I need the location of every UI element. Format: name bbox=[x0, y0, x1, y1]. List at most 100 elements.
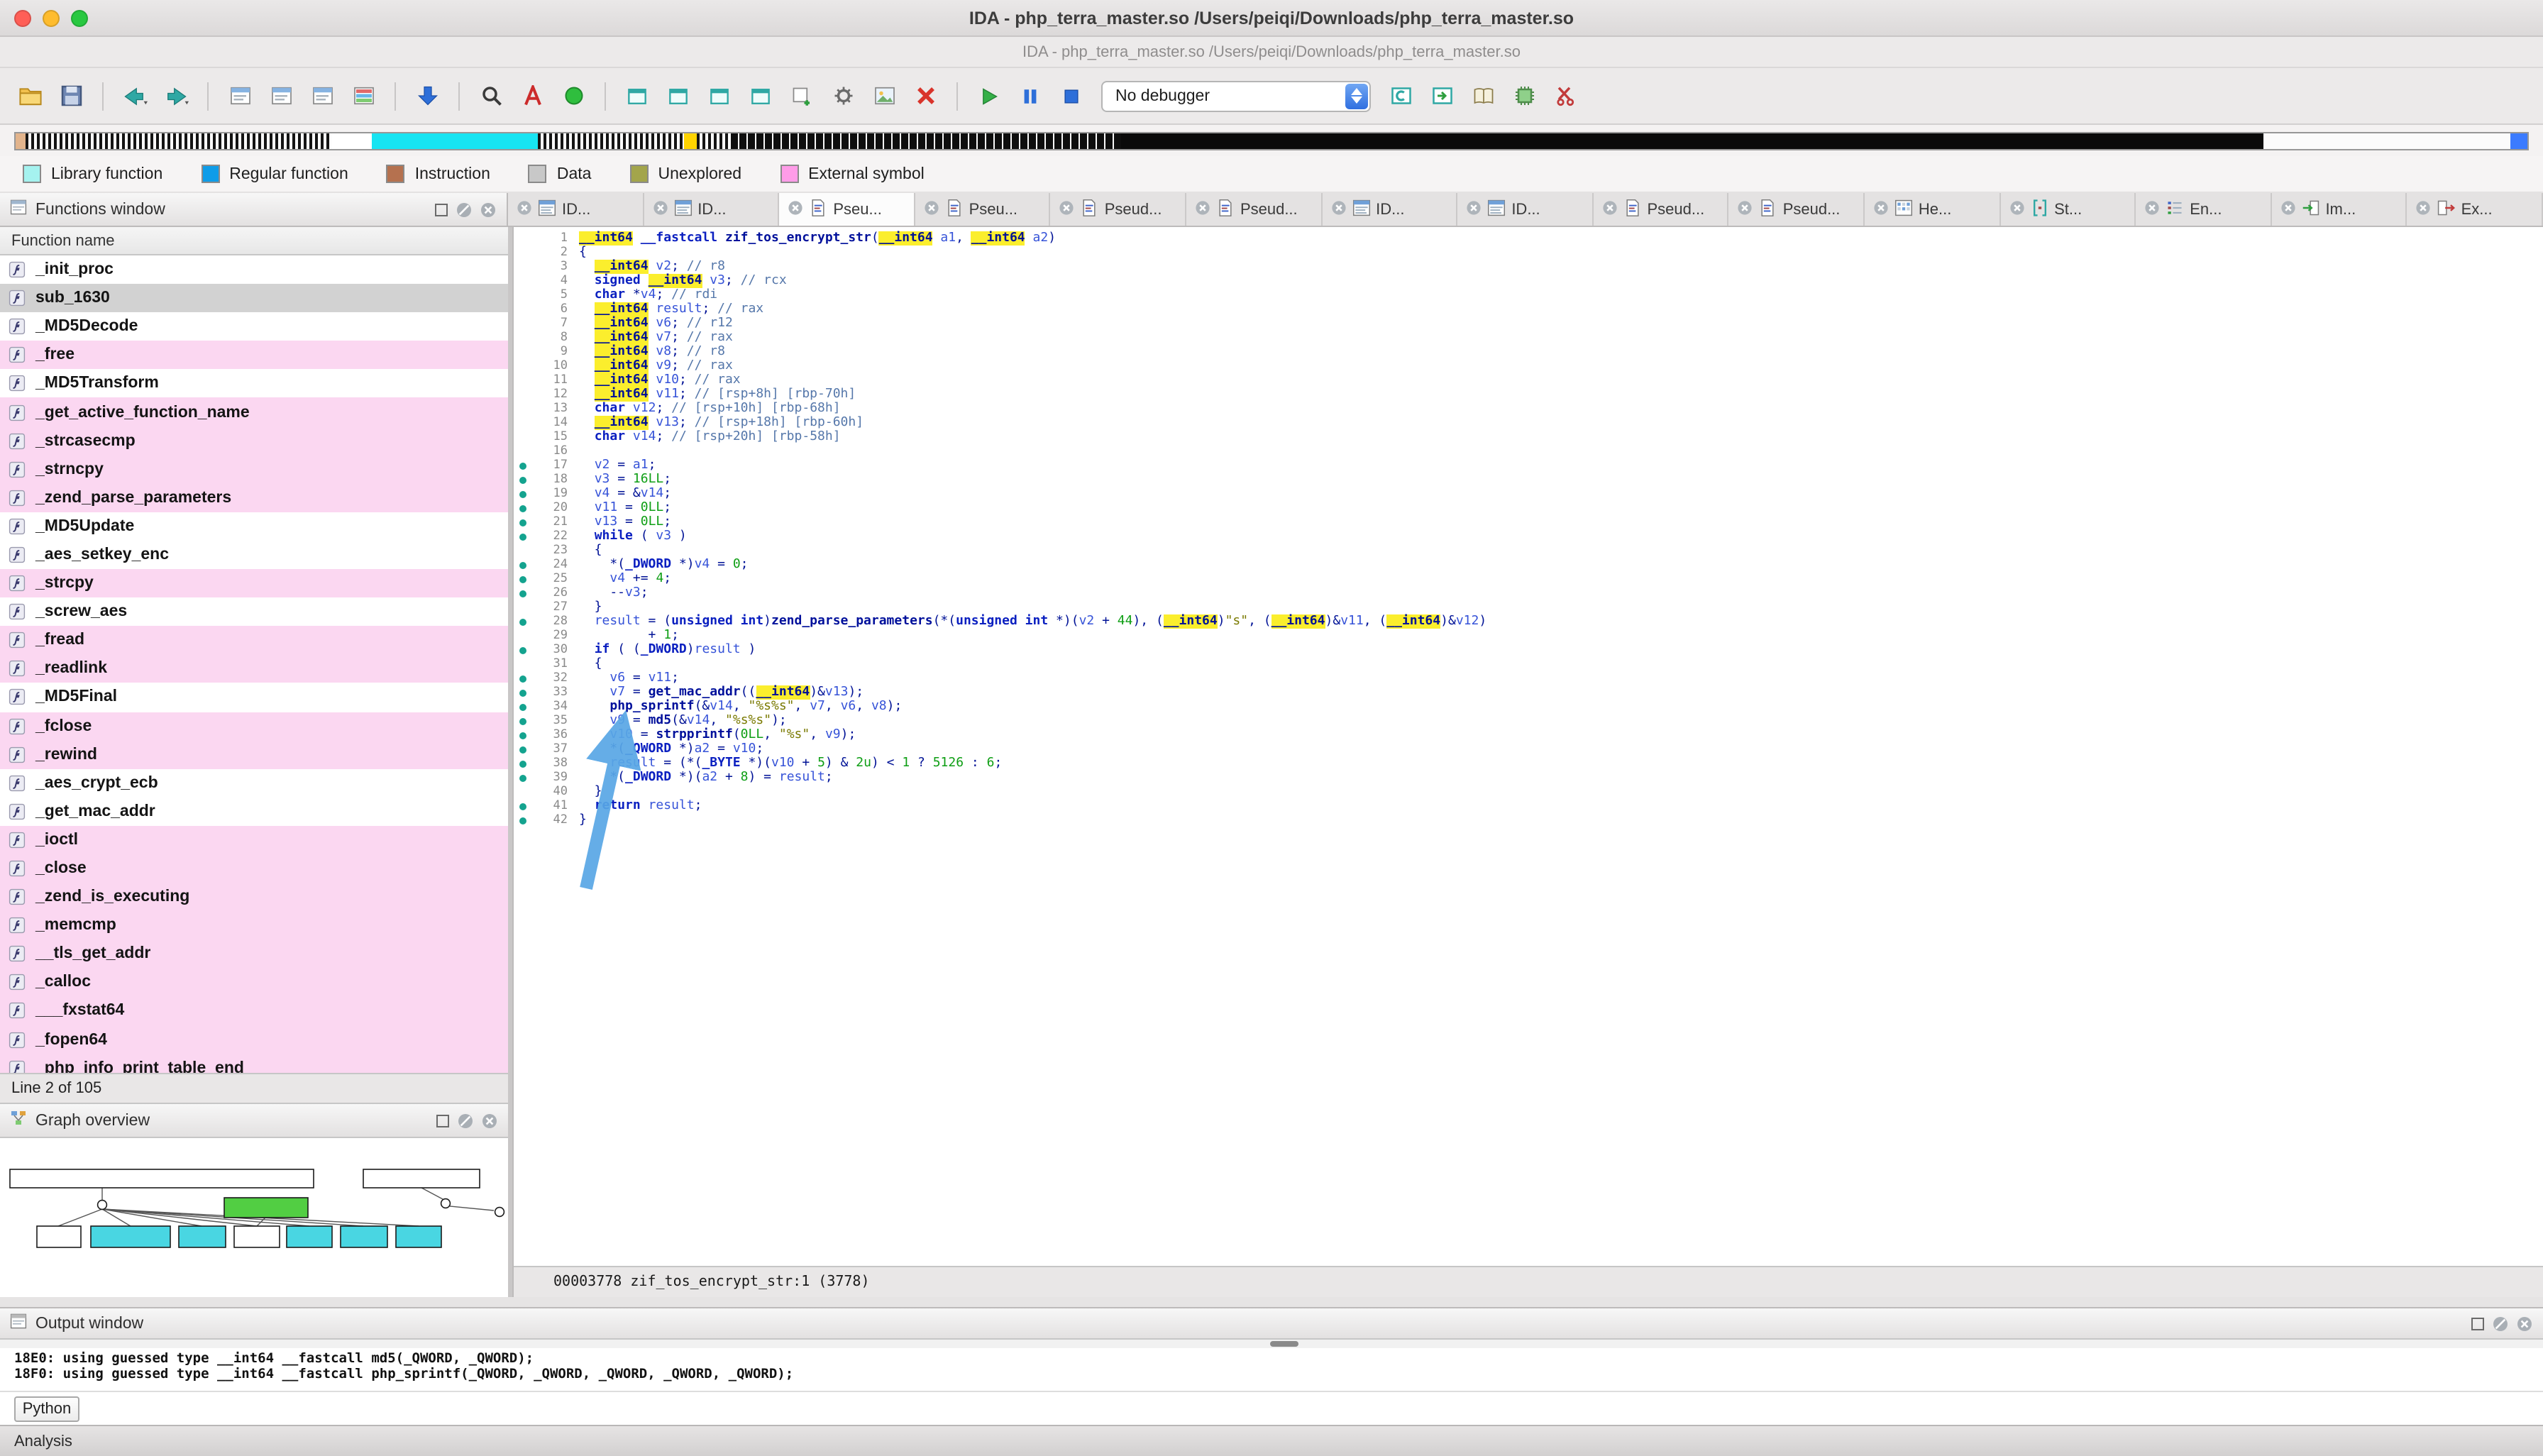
function-row[interactable]: _get_mac_addr bbox=[0, 798, 508, 826]
function-row[interactable]: _fopen64 bbox=[0, 1025, 508, 1054]
code-line[interactable]: 22 while ( v3 ) bbox=[514, 529, 2543, 544]
function-row[interactable]: _MD5Decode bbox=[0, 312, 508, 341]
python-input[interactable] bbox=[91, 1396, 2529, 1421]
code-line[interactable]: 2{ bbox=[514, 246, 2543, 260]
code-line[interactable]: 11 __int64 v10; // rax bbox=[514, 373, 2543, 387]
close-window-icon[interactable] bbox=[910, 80, 941, 111]
code-line[interactable]: 37 *(_QWORD *)a2 = v10; bbox=[514, 742, 2543, 756]
functions-list[interactable]: _init_procsub_1630_MD5Decode_free_MD5Tra… bbox=[0, 255, 508, 1073]
function-row[interactable]: _MD5Final bbox=[0, 683, 508, 712]
code-line[interactable]: 33 v7 = get_mac_addr((__int64)&v13); bbox=[514, 685, 2543, 700]
tab-pseud[interactable]: Pseud... bbox=[1051, 193, 1186, 226]
collapse-icon[interactable] bbox=[2492, 1315, 2509, 1332]
code-line[interactable]: 26 --v3; bbox=[514, 586, 2543, 600]
function-row[interactable]: _strcpy bbox=[0, 569, 508, 597]
tab-close-icon[interactable] bbox=[1466, 199, 1482, 219]
tab-close-icon[interactable] bbox=[2416, 199, 2432, 219]
start-process-icon[interactable] bbox=[973, 80, 1005, 111]
tab-id[interactable]: ID... bbox=[644, 193, 779, 226]
code-line[interactable]: 18 v3 = 16LL; bbox=[514, 473, 2543, 487]
tab-close-icon[interactable] bbox=[517, 199, 532, 219]
zoom-window-icon[interactable] bbox=[71, 10, 88, 27]
function-row[interactable]: _memcmp bbox=[0, 911, 508, 939]
output-hscrollbar[interactable] bbox=[0, 1340, 2543, 1348]
function-row[interactable]: _fclose bbox=[0, 712, 508, 740]
code-line[interactable]: 28 result = (unsigned int)zend_parse_par… bbox=[514, 614, 2543, 629]
pause-process-icon[interactable] bbox=[1015, 80, 1046, 111]
forward-icon[interactable] bbox=[160, 80, 192, 111]
function-row[interactable]: _strcasecmp bbox=[0, 426, 508, 455]
debugger-select[interactable]: No debugger bbox=[1101, 80, 1371, 111]
text-search-icon[interactable] bbox=[517, 80, 548, 111]
code-line[interactable]: 19 v4 = &v14; bbox=[514, 487, 2543, 501]
code-line[interactable]: 1__int64 __fastcall zif_tos_encrypt_str(… bbox=[514, 231, 2543, 246]
code-line[interactable]: 9 __int64 v8; // r8 bbox=[514, 345, 2543, 359]
tab-close-icon[interactable] bbox=[1195, 199, 1210, 219]
tab-pseud[interactable]: Pseud... bbox=[1729, 193, 1865, 226]
tab-en[interactable]: En... bbox=[2136, 193, 2271, 226]
code-line[interactable]: 12 __int64 v11; // [rsp+8h] [rbp-70h] bbox=[514, 387, 2543, 402]
close-panel-icon[interactable] bbox=[2516, 1315, 2533, 1332]
float-icon[interactable] bbox=[2471, 1316, 2485, 1330]
chip-icon[interactable] bbox=[1508, 80, 1540, 111]
jump-window-icon[interactable] bbox=[224, 80, 255, 111]
tab-close-icon[interactable] bbox=[1873, 199, 1889, 219]
pseudocode-view[interactable]: 1__int64 __fastcall zif_tos_encrypt_str(… bbox=[514, 227, 2543, 1266]
code-line[interactable]: 34 php_sprintf(&v14, "%s%s", v7, v6, v8)… bbox=[514, 700, 2543, 714]
tab-pseu[interactable]: Pseu... bbox=[779, 193, 915, 226]
function-row[interactable]: _aes_setkey_enc bbox=[0, 541, 508, 569]
window-list-icon[interactable] bbox=[704, 80, 735, 111]
jump-segment-icon[interactable] bbox=[307, 80, 338, 111]
close-window-icon[interactable] bbox=[14, 10, 31, 27]
search-icon[interactable] bbox=[475, 80, 507, 111]
function-row[interactable]: _init_proc bbox=[0, 255, 508, 284]
code-line[interactable]: 16 bbox=[514, 444, 2543, 458]
tab-he[interactable]: He... bbox=[1865, 193, 2000, 226]
tab-close-icon[interactable] bbox=[2009, 199, 2024, 219]
run-until-icon[interactable] bbox=[1426, 80, 1457, 111]
tab-close-icon[interactable] bbox=[788, 199, 803, 219]
code-line[interactable]: 24 *(_DWORD *)v4 = 0; bbox=[514, 558, 2543, 572]
code-line[interactable]: 32 v6 = v11; bbox=[514, 671, 2543, 685]
snapshot-icon[interactable] bbox=[868, 80, 900, 111]
function-row[interactable]: sub_1630 bbox=[0, 284, 508, 312]
function-row[interactable]: _free bbox=[0, 341, 508, 370]
code-line[interactable]: 41 return result; bbox=[514, 799, 2543, 813]
console-window-icon[interactable] bbox=[1385, 80, 1416, 111]
detach-scissors-icon[interactable] bbox=[1550, 80, 1581, 111]
tab-ex[interactable]: Ex... bbox=[2407, 193, 2543, 226]
code-line[interactable]: 20 v11 = 0LL; bbox=[514, 501, 2543, 515]
tab-id[interactable]: ID... bbox=[508, 193, 644, 226]
code-line[interactable]: 39 *(_DWORD *)(a2 + 8) = result; bbox=[514, 771, 2543, 785]
code-line[interactable]: 30 if ( (_DWORD)result ) bbox=[514, 643, 2543, 657]
code-line[interactable]: 35 v9 = md5(&v14, "%s%s"); bbox=[514, 714, 2543, 728]
tab-close-icon[interactable] bbox=[652, 199, 668, 219]
collapse-icon[interactable] bbox=[457, 1112, 474, 1129]
tab-close-icon[interactable] bbox=[1738, 199, 1753, 219]
jump-name-icon[interactable] bbox=[265, 80, 297, 111]
run-analysis-icon[interactable] bbox=[558, 80, 589, 111]
code-line[interactable]: 25 v4 += 4; bbox=[514, 572, 2543, 586]
tab-id[interactable]: ID... bbox=[1457, 193, 1593, 226]
function-row[interactable]: _aes_crypt_ecb bbox=[0, 768, 508, 797]
docs-book-icon[interactable] bbox=[1467, 80, 1499, 111]
jump-address-icon[interactable] bbox=[412, 80, 443, 111]
code-line[interactable]: 31 { bbox=[514, 657, 2543, 671]
window-list-icon[interactable] bbox=[663, 80, 694, 111]
code-line[interactable]: 27 } bbox=[514, 600, 2543, 614]
function-row[interactable]: _strncpy bbox=[0, 455, 508, 483]
code-line[interactable]: 3 __int64 v2; // r8 bbox=[514, 260, 2543, 274]
code-line[interactable]: 8 __int64 v7; // rax bbox=[514, 331, 2543, 345]
add-window-icon[interactable] bbox=[786, 80, 817, 111]
function-row[interactable]: _ioctl bbox=[0, 826, 508, 854]
code-line[interactable]: 6 __int64 result; // rax bbox=[514, 302, 2543, 316]
function-row[interactable]: _php_info_print_table_end bbox=[0, 1054, 508, 1073]
function-row[interactable]: _rewind bbox=[0, 740, 508, 768]
stop-process-icon[interactable] bbox=[1056, 80, 1087, 111]
tab-id[interactable]: ID... bbox=[1322, 193, 1457, 226]
code-line[interactable]: 21 v13 = 0LL; bbox=[514, 515, 2543, 529]
float-icon[interactable] bbox=[434, 202, 448, 216]
function-row[interactable]: _close bbox=[0, 854, 508, 883]
window-list-icon[interactable] bbox=[622, 80, 653, 111]
tab-im[interactable]: Im... bbox=[2271, 193, 2407, 226]
